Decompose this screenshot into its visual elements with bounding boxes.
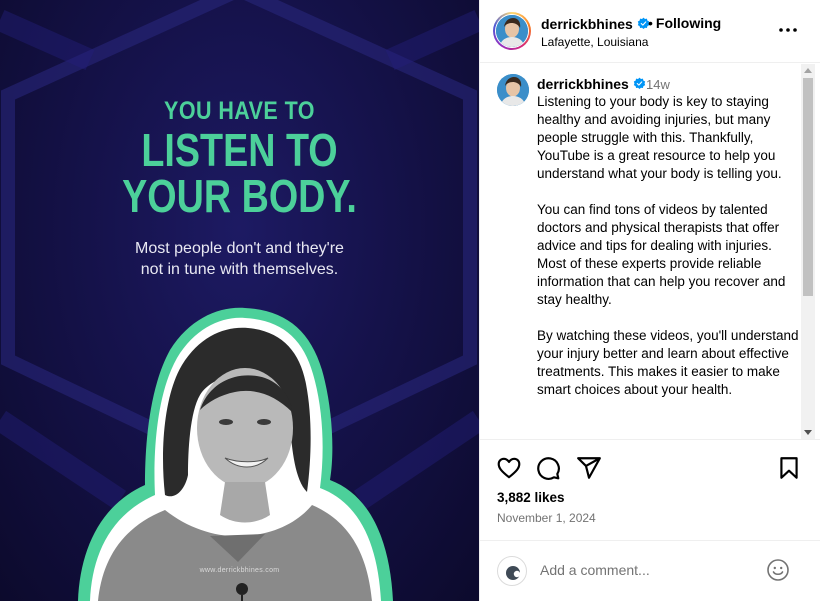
following-button[interactable]: Following bbox=[656, 15, 721, 31]
poster-subtitle-line1: Most people don't and they're bbox=[135, 240, 344, 257]
scroll-up-arrow-icon[interactable] bbox=[804, 68, 812, 73]
avatar[interactable] bbox=[496, 15, 528, 47]
bookmark-icon[interactable] bbox=[776, 455, 802, 481]
emoji-icon[interactable] bbox=[766, 558, 790, 582]
heart-icon[interactable] bbox=[496, 455, 522, 481]
post-date[interactable]: November 1, 2024 bbox=[497, 511, 596, 525]
scroll-down-arrow-icon[interactable] bbox=[804, 430, 812, 435]
person-cutout-photo bbox=[78, 307, 393, 601]
verified-badge-icon bbox=[633, 77, 646, 90]
watermark-url: www.derrickbhines.com bbox=[199, 567, 280, 574]
comment-bar bbox=[480, 540, 820, 601]
author-username[interactable]: derrickbhines bbox=[541, 16, 633, 32]
poster-headline-middle: LISTEN TO bbox=[141, 124, 338, 176]
post-side-panel: derrickbhines • Following Lafayette, Loui… bbox=[479, 0, 820, 601]
caption-text: Listening to your body is key to staying… bbox=[537, 93, 799, 417]
post-author[interactable]: derrickbhines bbox=[541, 16, 650, 32]
more-options-icon[interactable] bbox=[776, 22, 800, 38]
caption-paragraph: You can find tons of videos by talented … bbox=[537, 202, 786, 307]
location-link[interactable]: Lafayette, Louisiana bbox=[541, 35, 648, 49]
caption-timestamp[interactable]: 14w bbox=[646, 77, 670, 92]
current-user-avatar bbox=[497, 556, 527, 586]
caption-scroll-area[interactable]: derrickbhines 14w Listening to your body… bbox=[480, 64, 820, 440]
caption-avatar[interactable] bbox=[497, 74, 529, 106]
action-bar bbox=[480, 455, 820, 485]
poster-headline-bottom: YOUR BODY. bbox=[122, 170, 357, 222]
follow-status: • Following bbox=[648, 15, 721, 31]
poster-subtitle-line2: not in tune with themselves. bbox=[140, 261, 339, 278]
poster-subtitle: Most people don't and they're not in tun… bbox=[0, 238, 479, 280]
post-image[interactable]: YOU HAVE TO LISTEN TO YOUR BODY. Most pe… bbox=[0, 0, 479, 601]
poster-headline-top: YOU HAVE TO bbox=[164, 97, 315, 125]
caption-scrollbar[interactable] bbox=[801, 64, 815, 439]
scrollbar-thumb[interactable] bbox=[803, 78, 813, 296]
post-header: derrickbhines • Following Lafayette, Loui… bbox=[480, 0, 820, 63]
caption-paragraph: Listening to your body is key to staying… bbox=[537, 94, 782, 181]
caption-paragraph: By watching these videos, you'll underst… bbox=[537, 328, 799, 397]
comment-icon[interactable] bbox=[535, 455, 561, 481]
share-icon[interactable] bbox=[576, 455, 602, 481]
separator-dot: • bbox=[648, 15, 653, 31]
caption-username[interactable]: derrickbhines bbox=[537, 76, 629, 92]
likes-count[interactable]: 3,882 likes bbox=[497, 490, 565, 505]
comment-input[interactable] bbox=[540, 561, 760, 579]
caption-author[interactable]: derrickbhines bbox=[537, 76, 646, 92]
